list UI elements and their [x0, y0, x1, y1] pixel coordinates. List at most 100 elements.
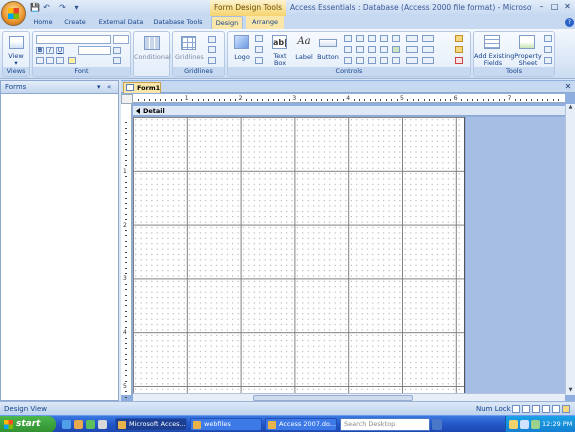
vertical-ruler[interactable]: 1 2 3 4 5	[121, 104, 132, 404]
form-selector[interactable]	[121, 94, 133, 104]
pivot-table-view-icon[interactable]	[532, 405, 540, 413]
tab-arrange[interactable]: Arrange	[246, 16, 284, 29]
align-left-icon[interactable]	[36, 57, 44, 64]
taskbar-button-word[interactable]: Access 2007.do...	[265, 418, 337, 431]
activex-controls-icon[interactable]	[455, 57, 463, 64]
maximize-button[interactable]: □	[548, 1, 561, 13]
property-sheet-button-line2[interactable]: Sheet	[514, 60, 542, 67]
layout-view-icon[interactable]	[552, 405, 560, 413]
combo-box-icon[interactable]	[380, 35, 388, 42]
font-color-icon[interactable]	[113, 47, 121, 54]
subform-new-window-icon[interactable]	[544, 46, 552, 53]
close-document-icon[interactable]: ✕	[563, 81, 573, 93]
line-width-icon[interactable]	[208, 36, 216, 43]
office-button[interactable]	[1, 1, 26, 26]
customize-qat-icon[interactable]: ▾	[72, 3, 81, 12]
search-icon[interactable]	[432, 419, 442, 430]
help-icon[interactable]: ?	[565, 18, 574, 27]
datasheet-view-icon[interactable]	[522, 405, 530, 413]
conditional-button[interactable]: Conditional	[134, 54, 171, 61]
close-button[interactable]: ✕	[561, 1, 574, 13]
quick-launch-icon[interactable]	[98, 420, 107, 429]
design-view-icon[interactable]	[562, 405, 570, 413]
quick-launch-icon[interactable]	[74, 420, 83, 429]
logo-button[interactable]: Logo	[230, 54, 254, 61]
taskbar-button-access[interactable]: Microsoft Acces...	[115, 418, 187, 431]
tab-create[interactable]: Create	[60, 16, 90, 29]
option-button-icon[interactable]	[380, 46, 388, 53]
insert-hyperlink-icon[interactable]	[422, 46, 434, 53]
save-icon[interactable]: 💾	[30, 3, 40, 12]
pivot-chart-view-icon[interactable]	[542, 405, 550, 413]
redo-icon[interactable]: ↷	[58, 3, 67, 12]
format-painter-icon[interactable]	[68, 57, 76, 64]
align-right-icon[interactable]	[56, 57, 64, 64]
page-numbers-icon[interactable]	[255, 46, 263, 53]
tab-control-icon[interactable]	[344, 35, 352, 42]
desktop-search-input[interactable]: Search Desktop	[340, 418, 430, 431]
quick-launch-icon[interactable]	[86, 420, 95, 429]
font-name-select[interactable]	[36, 35, 111, 44]
checkbox-icon[interactable]	[368, 46, 376, 53]
select-icon[interactable]	[455, 35, 463, 42]
option-group-icon[interactable]	[344, 46, 352, 53]
line-color-icon[interactable]	[208, 57, 216, 64]
special-effect-icon[interactable]	[406, 46, 418, 53]
text-box-button-line2[interactable]: Box	[268, 60, 292, 67]
chevron-down-icon[interactable]: ▾	[97, 82, 105, 93]
rectangle-icon[interactable]	[368, 35, 376, 42]
tray-icon[interactable]	[531, 420, 540, 429]
italic-button[interactable]: I	[46, 47, 54, 54]
tray-icon[interactable]	[509, 420, 518, 429]
horizontal-ruler[interactable]: 1 2 3 4 5 6 7	[133, 94, 565, 103]
form-view-icon[interactable]	[512, 405, 520, 413]
fill-color-icon[interactable]	[113, 57, 121, 64]
font-size-box[interactable]	[78, 46, 111, 55]
date-time-icon[interactable]	[255, 57, 263, 64]
taskbar-button-webfiles[interactable]: webfiles	[190, 418, 262, 431]
align-center-icon[interactable]	[46, 57, 54, 64]
tray-icon[interactable]	[520, 420, 529, 429]
chevron-down-icon[interactable]: ▾	[3, 60, 29, 67]
list-box-icon[interactable]	[392, 35, 400, 42]
tab-home[interactable]: Home	[30, 16, 56, 29]
chart-icon[interactable]	[380, 57, 388, 64]
tab-database-tools[interactable]: Database Tools	[150, 16, 206, 29]
font-size-select[interactable]	[113, 35, 129, 44]
scroll-up-icon[interactable]: ▲	[567, 104, 574, 111]
view-code-icon[interactable]	[544, 57, 552, 64]
detail-section-bar[interactable]: Detail	[133, 106, 565, 116]
start-button[interactable]: start	[0, 416, 56, 432]
quick-launch-icon[interactable]	[62, 420, 71, 429]
object-frame-icon[interactable]	[356, 57, 364, 64]
label-button[interactable]: Label	[294, 54, 314, 61]
underline-button[interactable]: U	[56, 47, 64, 54]
line-icon[interactable]	[356, 35, 364, 42]
vertical-scrollbar[interactable]: ▲ ▼	[565, 104, 575, 395]
undo-icon[interactable]: ↶	[42, 3, 51, 12]
toggle-button-icon[interactable]	[356, 46, 364, 53]
shutter-bar-close-icon[interactable]: «	[107, 82, 116, 93]
tab-order-icon[interactable]	[544, 35, 552, 42]
line-thickness-icon[interactable]	[406, 35, 418, 42]
bold-button[interactable]: B	[36, 47, 44, 54]
tab-external-data[interactable]: External Data	[96, 16, 146, 29]
horizontal-scrollbar[interactable]	[133, 393, 565, 401]
tab-design[interactable]: Design	[211, 16, 243, 29]
design-grid[interactable]	[133, 117, 465, 393]
line-color-icon[interactable]	[406, 57, 418, 64]
line-type-icon[interactable]	[208, 46, 216, 53]
button-control-button[interactable]: Button	[316, 54, 340, 61]
line-style-icon[interactable]	[422, 35, 434, 42]
attachment-icon[interactable]	[368, 57, 376, 64]
scroll-down-icon[interactable]: ▼	[567, 387, 574, 394]
minimize-button[interactable]: –	[535, 1, 548, 13]
add-existing-fields-button-line2[interactable]: Fields	[474, 60, 512, 67]
use-control-wizards-icon[interactable]	[455, 46, 463, 53]
page-break-icon[interactable]	[392, 57, 400, 64]
title-icon[interactable]	[255, 35, 263, 42]
set-control-defaults-icon[interactable]	[422, 57, 434, 64]
subform-icon[interactable]	[344, 57, 352, 64]
gridlines-button[interactable]: Gridlines	[175, 54, 204, 61]
image-icon[interactable]	[392, 46, 400, 53]
